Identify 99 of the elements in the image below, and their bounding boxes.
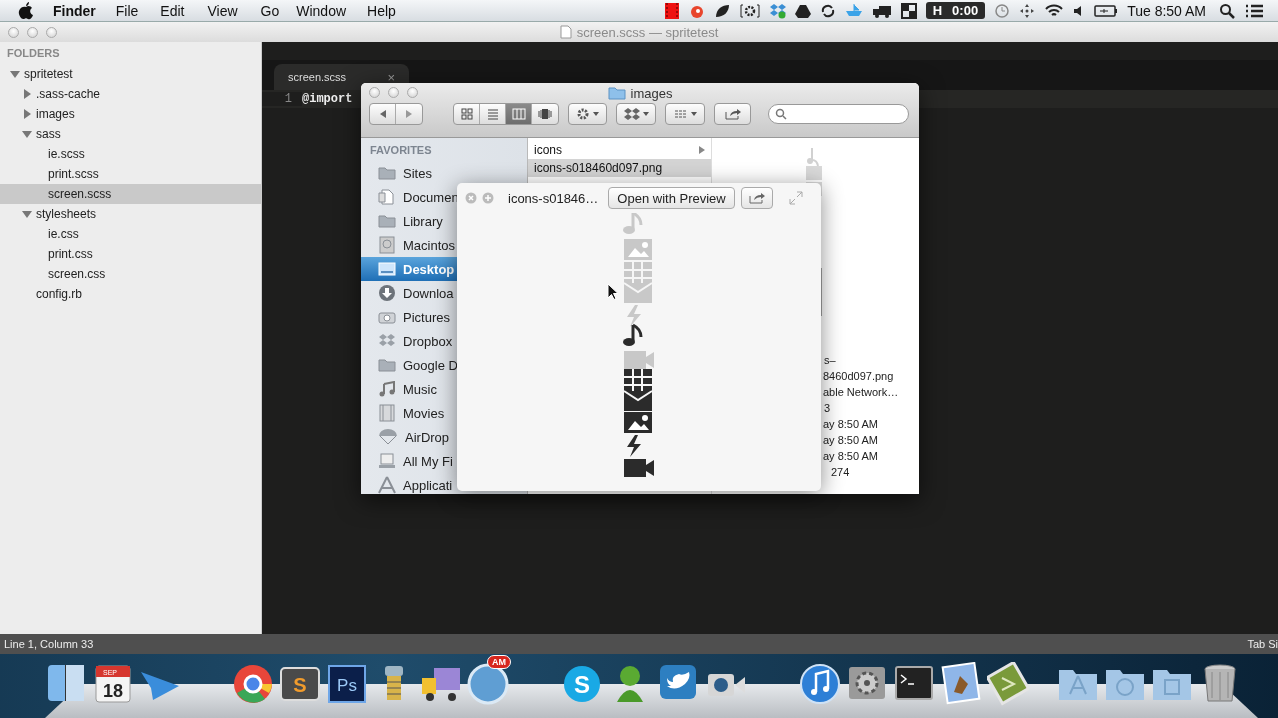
- dropbox-button[interactable]: [616, 103, 656, 125]
- file-tree-item[interactable]: screen.css: [0, 264, 261, 284]
- share-icon: [748, 192, 765, 204]
- cover-flow-icon: [538, 108, 552, 120]
- file-title: icons-s01846…: [508, 190, 599, 206]
- menu-item[interactable]: View: [207, 2, 238, 19]
- music-note-icon[interactable]: [799, 662, 841, 706]
- window-title: screen.scss — spritetest: [576, 24, 719, 40]
- info-text: ay 8:50 AM: [823, 417, 880, 432]
- menu-item[interactable]: Go: [260, 2, 280, 19]
- chevron-icon: [699, 146, 705, 154]
- info-text: able Network…: [823, 385, 899, 400]
- leaf-icon[interactable]: [713, 2, 730, 19]
- menu-item[interactable]: Finder: [53, 2, 96, 19]
- search-icon: [775, 108, 787, 120]
- line-number: 1: [262, 92, 302, 106]
- column-view-icon: [511, 108, 526, 120]
- arrange-button[interactable]: [665, 103, 705, 125]
- search-icon[interactable]: [1219, 2, 1235, 19]
- list-view-icon: [486, 108, 499, 120]
- sync-icon[interactable]: [819, 2, 836, 19]
- film-icon[interactable]: [663, 2, 680, 19]
- action-button[interactable]: [568, 103, 607, 125]
- share-button[interactable]: [714, 103, 751, 125]
- file-tree-item[interactable]: spritetest: [0, 64, 261, 84]
- file-tree-item[interactable]: config.rb: [0, 284, 261, 304]
- folder-icon: [378, 358, 396, 372]
- gear-icon: [576, 107, 590, 121]
- download-icon: [378, 284, 396, 302]
- menu-item[interactable]: File: [115, 2, 139, 19]
- share-button[interactable]: [740, 187, 773, 209]
- wifi-icon[interactable]: [1044, 2, 1065, 19]
- menu-item[interactable]: Help: [367, 2, 396, 19]
- caret-icon: [642, 112, 649, 116]
- folder-icon: [607, 86, 626, 100]
- file-tree-item[interactable]: stylesheets: [0, 204, 261, 224]
- dropbox-icon[interactable]: [769, 2, 786, 19]
- grid-icon: [673, 109, 688, 119]
- dropbox-icon: [623, 107, 640, 121]
- file-tree-item[interactable]: ie.scss: [0, 144, 261, 164]
- file-tree-item[interactable]: sass: [0, 124, 261, 144]
- cursor-position: Line 1, Column 33: [4, 638, 94, 650]
- caret-icon: [593, 112, 599, 116]
- info-text: ay 8:50 AM: [823, 449, 880, 464]
- open-with-preview-button[interactable]: Open with Preview: [608, 187, 735, 209]
- file-tree-item[interactable]: .sass-cache: [0, 84, 261, 104]
- disclosure-triangle-icon[interactable]: [22, 209, 32, 219]
- caret-icon: [690, 112, 697, 116]
- notification-badge: AM: [487, 655, 511, 669]
- share-icon: [724, 108, 741, 120]
- music-notes-icon: [378, 381, 396, 397]
- list-icon[interactable]: [1244, 2, 1264, 19]
- file-tree-item[interactable]: print.css: [0, 244, 261, 264]
- wheel-icon[interactable]: [232, 662, 274, 706]
- info-text: s–: [823, 353, 837, 368]
- sidebar-heading: FAVORITES: [369, 143, 433, 158]
- editor-tab[interactable]: screen.scss ×: [274, 64, 409, 90]
- sidebar-heading: FOLDERS: [6, 46, 61, 61]
- pointer-icon: [607, 283, 618, 300]
- info-text: 3: [823, 401, 832, 416]
- timer-display[interactable]: H 0:00: [925, 2, 986, 19]
- tab-size-label[interactable]: Tab Si: [1247, 638, 1278, 650]
- folder-icon: [378, 214, 396, 228]
- gear-icon[interactable]: [738, 2, 761, 19]
- clock-icon[interactable]: [994, 2, 1011, 19]
- info-text: 274: [830, 465, 851, 480]
- drive-icon: [378, 236, 396, 254]
- close-icon[interactable]: ×: [387, 69, 395, 85]
- parachute-icon: [378, 428, 398, 446]
- apps-icon: [378, 476, 396, 494]
- battery-icon[interactable]: [1094, 2, 1119, 19]
- info-text: ay 8:50 AM: [823, 433, 880, 448]
- dropbox-icon: [378, 333, 396, 349]
- grid-icon[interactable]: [900, 2, 917, 19]
- file-row[interactable]: icons: [528, 141, 711, 159]
- file-tree-item[interactable]: images: [0, 104, 261, 124]
- file-row[interactable]: icons-s018460d097.png: [528, 159, 711, 177]
- file-tree-item[interactable]: print.scss: [0, 164, 261, 184]
- menu-item[interactable]: Edit: [160, 2, 185, 19]
- desktop-icon: [378, 262, 396, 276]
- app-tile-icon[interactable]: Ps: [326, 662, 368, 706]
- window-title: images: [630, 85, 673, 101]
- file-tree-item[interactable]: ie.css: [0, 224, 261, 244]
- info-text: 8460d097.png: [823, 369, 895, 384]
- menu-item[interactable]: Window: [296, 2, 347, 19]
- film-icon: [378, 404, 396, 422]
- sidebar-item[interactable]: Sites: [361, 161, 527, 185]
- move-icon[interactable]: [1019, 2, 1036, 19]
- code-line: @import: [302, 92, 353, 106]
- stack-icon: [378, 453, 396, 469]
- camera-icon: [378, 310, 396, 324]
- document-icon: [559, 25, 572, 39]
- file-tree-item[interactable]: screen.scss: [0, 184, 261, 204]
- document-icon: [378, 189, 396, 205]
- folder-icon: [378, 166, 396, 180]
- apple-icon[interactable]: [18, 1, 34, 20]
- search-field[interactable]: [768, 104, 909, 124]
- clock-text[interactable]: Tue 8:50 AM: [1127, 2, 1206, 19]
- icon-view-icon: [460, 108, 473, 120]
